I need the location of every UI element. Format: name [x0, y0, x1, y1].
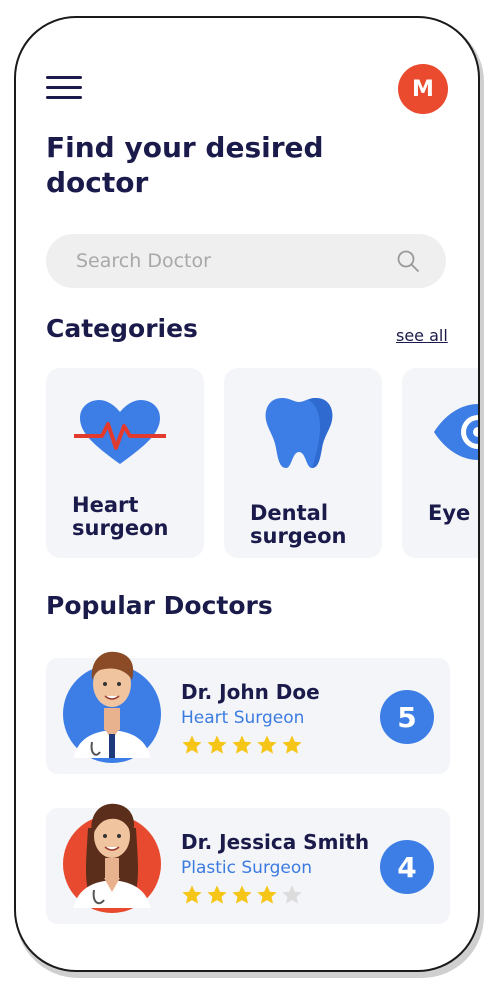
star-rating	[181, 884, 303, 906]
category-card-dental[interactable]: Dental surgeon	[224, 368, 382, 558]
star-icon	[182, 735, 202, 754]
category-label: Heart surgeon	[72, 493, 169, 540]
doctor-name: Dr. Jessica Smith	[181, 830, 370, 854]
menu-line	[46, 96, 82, 99]
menu-line	[46, 76, 82, 79]
star-icon	[207, 735, 227, 754]
doctor-avatar-male	[63, 651, 161, 763]
category-card-eye[interactable]: Eye spec	[402, 368, 478, 558]
heart-pulse-icon	[74, 400, 166, 464]
search-bar[interactable]	[46, 234, 446, 288]
star-empty-icon	[282, 885, 302, 904]
star-rating	[181, 734, 303, 756]
star-icon	[282, 735, 302, 754]
rating-badge: 4	[380, 840, 434, 894]
doctor-name: Dr. John Doe	[181, 680, 320, 704]
star-icon	[232, 885, 252, 904]
category-label: Eye spec	[428, 501, 478, 525]
doctor-card[interactable]: Dr. Jessica Smith Plastic Surgeon 4	[46, 803, 450, 924]
star-icon	[182, 885, 202, 904]
user-avatar[interactable]: M	[398, 64, 448, 114]
star-icon	[207, 885, 227, 904]
star-icon	[232, 735, 252, 754]
eye-icon	[434, 404, 478, 460]
doctor-specialty: Heart Surgeon	[181, 708, 305, 728]
star-icon	[257, 885, 277, 904]
star-icon	[257, 735, 277, 754]
category-card-heart[interactable]: Heart surgeon	[46, 368, 204, 558]
menu-line	[46, 86, 82, 89]
menu-button[interactable]	[46, 74, 84, 102]
phone-frame: M Find your desired doctor Categories se…	[14, 16, 480, 972]
search-icon[interactable]	[396, 249, 420, 273]
see-all-link[interactable]: see all	[396, 326, 448, 345]
page-title: Find your desired doctor	[46, 131, 324, 199]
category-label: Dental surgeon	[250, 501, 347, 548]
doctor-specialty: Plastic Surgeon	[181, 858, 313, 878]
categories-heading: Categories	[46, 314, 198, 343]
doctor-avatar-female	[63, 803, 161, 913]
search-input[interactable]	[74, 249, 378, 273]
rating-badge: 5	[380, 690, 434, 744]
doctor-card[interactable]: Dr. John Doe Heart Surgeon 5	[46, 651, 450, 774]
tooth-icon	[265, 398, 333, 468]
popular-doctors-heading: Popular Doctors	[46, 591, 273, 620]
